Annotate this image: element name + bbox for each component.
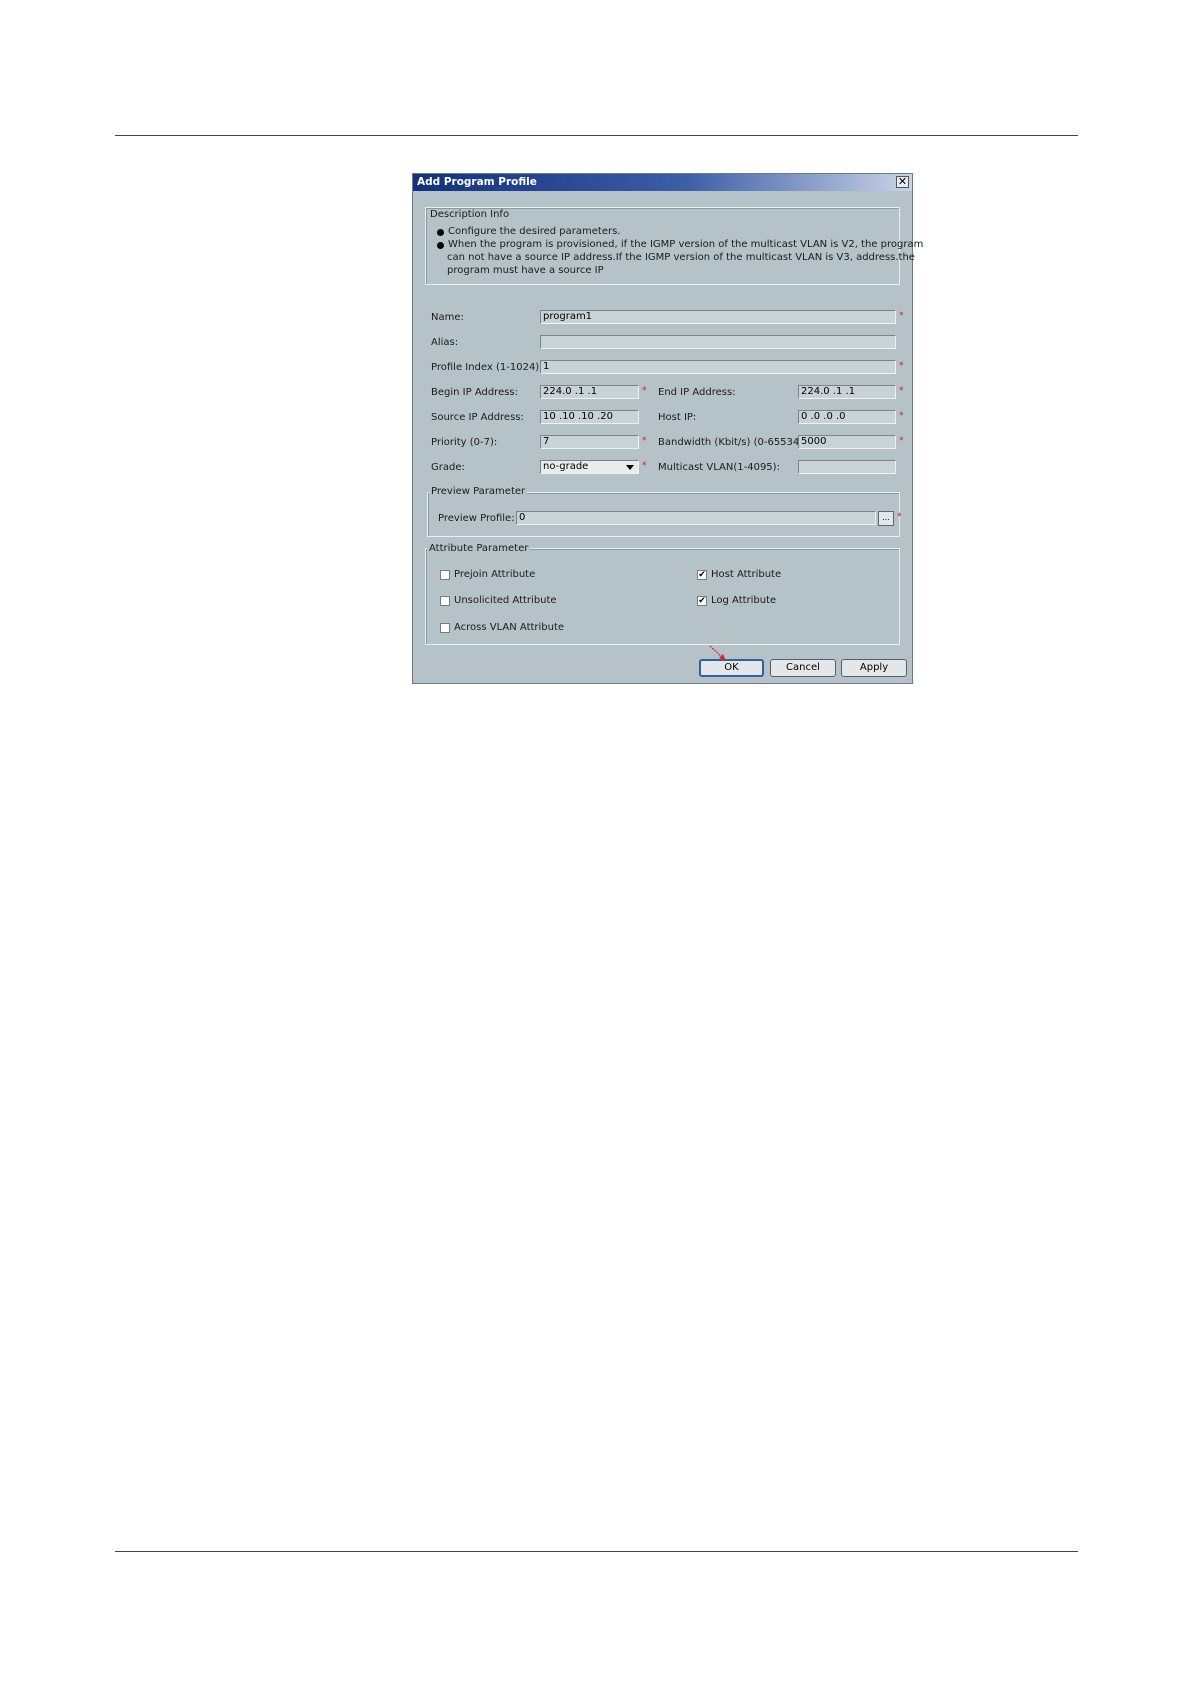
host-ip-label: Host IP: xyxy=(658,412,697,423)
source-ip-label: Source IP Address: xyxy=(431,412,524,423)
bandwidth-label: Bandwidth (Kbit/s) (0-65534): xyxy=(658,437,807,448)
pointer-arrow-icon xyxy=(709,645,726,661)
bullet-icon xyxy=(437,229,444,236)
required-marker: * xyxy=(899,436,904,446)
required-marker: * xyxy=(642,461,647,471)
end-ip-input[interactable]: 224.0 .1 .1 xyxy=(798,385,896,399)
preview-profile-label: Preview Profile: xyxy=(438,513,515,524)
add-program-profile-dialog: Add Program Profile ✕ Description Info C… xyxy=(412,173,923,684)
host-ip-input[interactable]: 0 .0 .0 .0 xyxy=(798,410,896,424)
browse-button[interactable]: ... xyxy=(878,511,894,526)
attribute-parameter-legend: Attribute Parameter xyxy=(427,543,531,554)
close-icon[interactable]: ✕ xyxy=(896,176,909,188)
required-marker: * xyxy=(899,411,904,421)
multicast-vlan-label: Multicast VLAN(1-4095): xyxy=(658,462,780,473)
name-input[interactable]: program1 xyxy=(540,310,896,324)
required-marker: * xyxy=(897,512,902,522)
alias-input[interactable] xyxy=(540,335,896,349)
required-marker: * xyxy=(642,386,647,396)
preview-parameter-legend: Preview Parameter xyxy=(429,486,528,497)
preview-profile-input[interactable]: 0 xyxy=(516,511,876,525)
apply-button[interactable]: Apply xyxy=(841,659,907,677)
name-label: Name: xyxy=(431,312,464,323)
profile-index-label: Profile Index (1-1024): xyxy=(431,362,543,373)
begin-ip-label: Begin IP Address: xyxy=(431,387,519,398)
host-attribute-checkbox[interactable]: ✔ xyxy=(697,570,707,580)
dialog-title-bar: Add Program Profile xyxy=(413,174,912,191)
bullet-icon xyxy=(437,242,444,249)
chevron-down-icon[interactable] xyxy=(626,465,634,470)
grade-select[interactable]: no-grade xyxy=(540,460,639,474)
grade-label: Grade: xyxy=(431,462,465,473)
cancel-button[interactable]: Cancel xyxy=(770,659,836,677)
log-attribute-label: Log Attribute xyxy=(711,595,777,606)
begin-ip-input[interactable]: 224.0 .1 .1 xyxy=(540,385,639,399)
required-marker: * xyxy=(899,386,904,396)
priority-input[interactable]: 7 xyxy=(540,435,639,449)
bandwidth-input[interactable]: 5000 xyxy=(798,435,896,449)
page-footer-rule xyxy=(115,1551,1078,1552)
page-header-rule xyxy=(115,135,1078,136)
description-bullet-2-line-2: can not have a source IP address.If the … xyxy=(447,252,915,263)
alias-label: Alias: xyxy=(431,337,459,348)
description-bullet-1: Configure the desired parameters. xyxy=(448,226,621,237)
profile-index-input[interactable]: 1 xyxy=(540,360,896,374)
grade-select-value: no-grade xyxy=(543,461,589,472)
dialog-title: Add Program Profile xyxy=(417,176,537,188)
description-bullet-2-line-1: When the program is provisioned, if the … xyxy=(448,239,924,250)
across-vlan-attribute-label: Across VLAN Attribute xyxy=(454,622,565,633)
host-attribute-label: Host Attribute xyxy=(711,569,782,580)
end-ip-label: End IP Address: xyxy=(658,387,736,398)
unsolicited-attribute-checkbox[interactable] xyxy=(440,596,450,606)
description-info-legend: Description Info xyxy=(428,209,512,220)
prejoin-attribute-label: Prejoin Attribute xyxy=(454,569,536,580)
required-marker: * xyxy=(642,436,647,446)
multicast-vlan-input[interactable] xyxy=(798,460,896,474)
unsolicited-attribute-label: Unsolicited Attribute xyxy=(454,595,557,606)
priority-label: Priority (0-7): xyxy=(431,437,498,448)
description-bullet-2-line-3: program must have a source IP xyxy=(447,265,604,276)
across-vlan-attribute-checkbox[interactable] xyxy=(440,623,450,633)
required-marker: * xyxy=(899,361,904,371)
log-attribute-checkbox[interactable]: ✔ xyxy=(697,596,707,606)
source-ip-input[interactable]: 10 .10 .10 .20 xyxy=(540,410,639,424)
required-marker: * xyxy=(899,311,904,321)
prejoin-attribute-checkbox[interactable] xyxy=(440,570,450,580)
